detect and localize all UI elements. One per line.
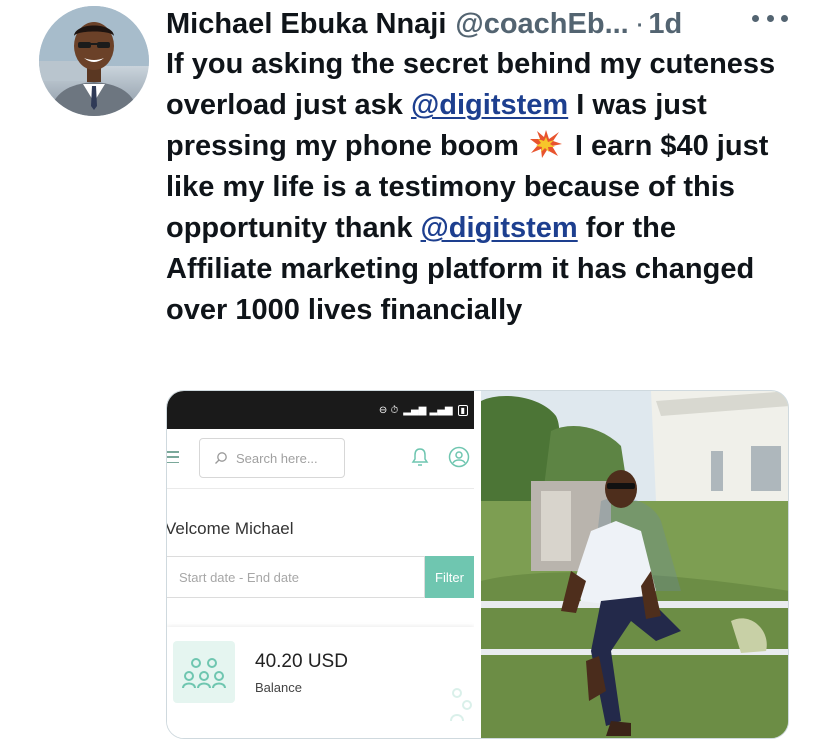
tweet-header: Michael Ebuka Nnaji @coachEb... · 1d — [166, 4, 806, 44]
mention-link[interactable]: @digitstem — [421, 212, 578, 244]
tweet-text: If you asking the secret behind my cuten… — [166, 44, 786, 331]
search-icon — [215, 452, 227, 464]
balance-label: Balance — [255, 680, 302, 695]
search-placeholder: Search here... — [236, 450, 318, 466]
filter-button[interactable]: Filter — [425, 556, 474, 598]
alarm-icon: ⊖ ⏱ — [378, 404, 399, 416]
photo[interactable] — [481, 391, 788, 738]
welcome-message: Velcome Michael — [167, 519, 294, 538]
account-icon[interactable] — [448, 446, 470, 468]
separator-dot: · — [634, 7, 645, 40]
date-range-input[interactable]: Start date - End date — [167, 556, 425, 598]
balance-card: 40.20 USD Balance — [167, 627, 474, 738]
display-name[interactable]: Michael Ebuka Nnaji — [166, 8, 446, 41]
signal-icon: ▂▄▆ ▂▄▆ — [403, 404, 453, 416]
media-divider — [474, 391, 481, 738]
menu-icon[interactable] — [167, 451, 179, 463]
status-bar: ⊖ ⏱ ▂▄▆ ▂▄▆ ▮ — [167, 391, 474, 429]
mention-link[interactable]: @digitstem — [411, 89, 568, 121]
tweet-media[interactable]: ⊖ ⏱ ▂▄▆ ▂▄▆ ▮ Search here... Velcome Mic… — [166, 390, 789, 739]
collision-emoji-icon — [529, 130, 562, 158]
avatar[interactable] — [39, 6, 149, 116]
balance-amount: 40.20 USD — [255, 651, 348, 672]
app-header: Search here... — [167, 429, 474, 489]
tweet-timestamp[interactable]: 1d — [648, 8, 682, 41]
app-screenshot[interactable]: ⊖ ⏱ ▂▄▆ ▂▄▆ ▮ Search here... Velcome Mic… — [167, 391, 474, 738]
user-handle[interactable]: @coachEb... — [455, 8, 628, 41]
people-icon — [450, 688, 472, 722]
bell-icon[interactable] — [410, 447, 430, 467]
battery-icon: ▮ — [457, 404, 468, 416]
more-horizontal-icon[interactable] — [752, 6, 788, 30]
search-input[interactable]: Search here... — [199, 438, 345, 478]
people-icon — [173, 641, 235, 703]
